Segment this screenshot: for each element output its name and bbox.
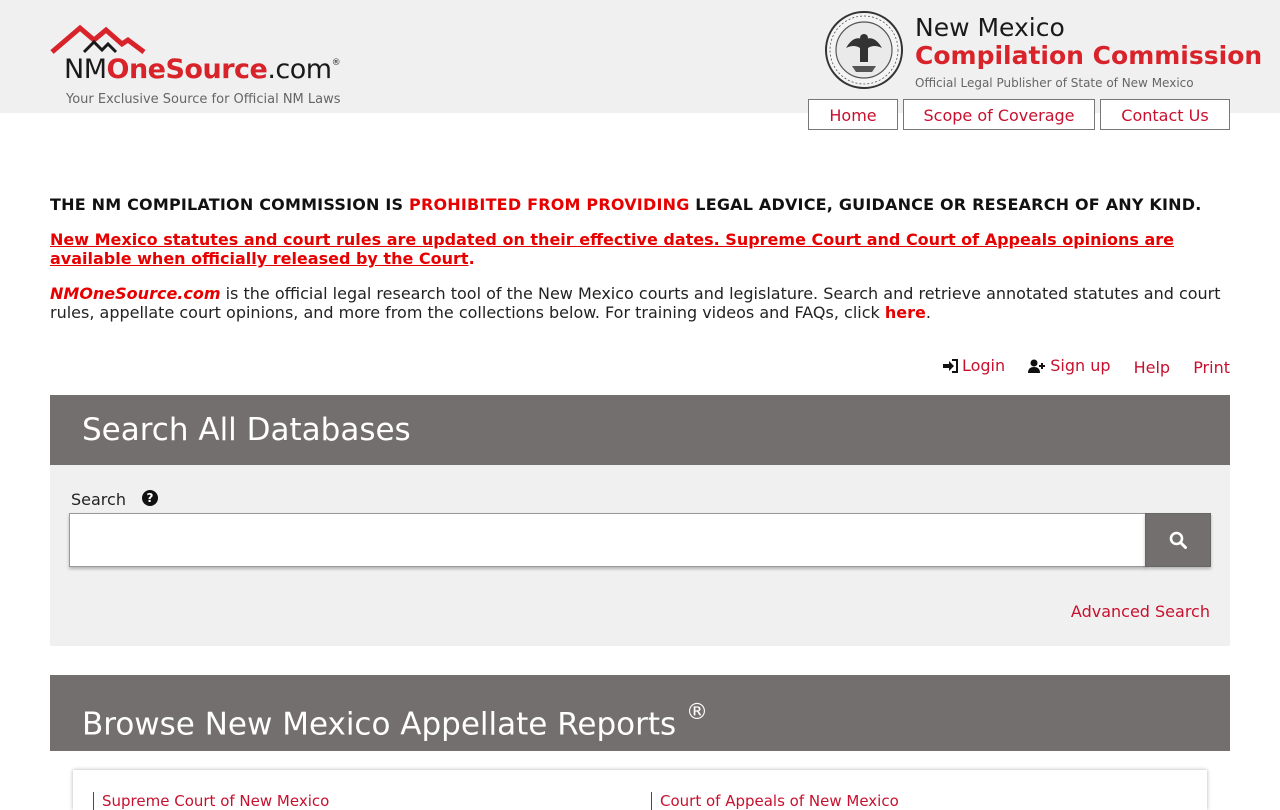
updates-notice: New Mexico statutes and court rules are … [50,230,1175,268]
prohibited-notice: THE NM COMPILATION COMMISSION IS PROHIBI… [50,195,1202,214]
logo-wordmark: NMOneSource.com® [64,54,341,85]
search-button[interactable] [1145,513,1211,567]
intro-paragraph: NMOneSource.com is the official legal re… [50,284,1221,322]
search-panel-title: Search All Databases [82,412,411,448]
question-circle-icon[interactable]: ? [142,490,158,506]
commission-line-2: Compilation Commission [915,41,1263,70]
nav-home-button[interactable]: Home [808,99,898,130]
reports-panel-body: Supreme Court of New Mexico Court of App… [73,770,1207,810]
intro-brand-link[interactable]: NMOneSource.com [50,284,221,303]
commission-line-3: Official Legal Publisher of State of New… [915,76,1194,90]
print-link[interactable]: Print [1193,358,1230,377]
logo-tagline: Your Exclusive Source for Official NM La… [66,92,341,107]
updates-notice-link[interactable]: New Mexico statutes and court rules are … [50,230,1174,268]
report-link-supreme-court[interactable]: Supreme Court of New Mexico [93,792,329,810]
commission-line-1: New Mexico [915,13,1065,42]
reports-panel-title: Browse New Mexico Appellate Reports [82,706,677,743]
intro-here-link[interactable]: here [885,303,926,322]
reports-panel-header: Browse New Mexico Appellate Reports ® [50,675,1230,751]
add-user-icon [1028,359,1046,373]
utility-links: Login Sign up Help Print [924,356,1230,377]
search-input[interactable] [69,513,1146,567]
search-label: Search [71,490,126,509]
state-seal-icon [825,11,903,89]
commission-title: New Mexico Compilation Commission Offici… [915,13,1263,91]
advanced-search-link[interactable]: Advanced Search [1071,602,1210,621]
login-link[interactable]: Login [942,356,1005,375]
site-logo[interactable]: NMOneSource.com® Your Exclusive Source f… [50,20,370,112]
registered-mark: ® [686,700,709,725]
search-panel-header: Search All Databases [50,395,1230,465]
search-icon [1169,531,1187,549]
signup-link[interactable]: Sign up [1028,356,1111,375]
nav-scope-of-coverage-button[interactable]: Scope of Coverage [903,99,1095,130]
search-panel-body: Search ? Advanced Search [50,465,1230,646]
help-link[interactable]: Help [1134,358,1170,377]
mountains-logo-icon [50,24,146,54]
nav-contact-us-button[interactable]: Contact Us [1100,99,1230,130]
report-link-court-of-appeals[interactable]: Court of Appeals of New Mexico [651,792,899,810]
login-icon [942,358,958,373]
